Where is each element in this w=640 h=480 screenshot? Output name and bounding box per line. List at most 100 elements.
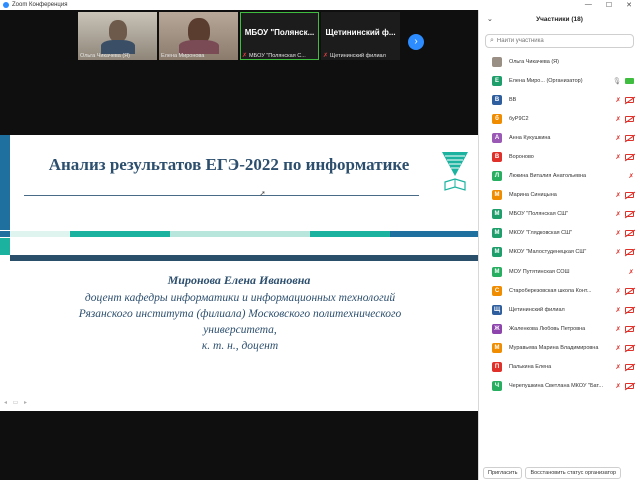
camera-off-icon (625, 134, 634, 141)
video-thumbnail-strip: Ольга Чикачева (Я) Елена Миронова МБОУ "… (78, 12, 400, 60)
participant-name: МБОУ "Полянская СШ" (509, 211, 569, 218)
participant-name: Черепушкина Светлана МКОУ "Бат... (509, 383, 603, 390)
participant-row[interactable]: А Анна Кукушкина ✗ (479, 128, 640, 147)
avatar: М (492, 342, 502, 353)
window-title: Zoom Конференция (12, 2, 68, 8)
window-titlebar: Zoom Конференция — ☐ ✕ (0, 0, 640, 10)
microphone-muted-icon: ✗ (615, 115, 621, 123)
participant-name: буР9С2 (509, 115, 529, 122)
slide-description-line: к. т. н., доцент (201, 340, 279, 352)
avatar: В (492, 94, 502, 105)
zoom-app-icon (3, 2, 9, 8)
participant-list: Ольга Чикачева (Я) Е Елена Миро... (Органи… (479, 52, 640, 396)
camera-off-icon (625, 383, 634, 390)
camera-off-icon (625, 211, 634, 218)
microphone-muted-icon: ✗ (615, 211, 621, 219)
thumbnail-big-name: Щетининский ф... (325, 28, 396, 37)
chevron-down-icon[interactable]: ⌄ (487, 15, 493, 23)
microphone-muted-icon: ✗ (628, 268, 634, 276)
video-thumbnail-mironova[interactable]: Елена Миронова (159, 12, 238, 60)
microphone-muted-icon: ✗ (615, 249, 621, 257)
slide-title-underline (24, 195, 419, 196)
mouse-cursor-icon: ➚ (259, 189, 266, 198)
video-thumbnail-shchetininsky[interactable]: Щетининский ф... ✗ Щетининский филиал (321, 12, 400, 60)
participant-row[interactable]: Е Елена Миро... (Организатор) 🎙 (479, 71, 640, 90)
participant-status-icons: ✗ (616, 248, 634, 256)
participant-row[interactable]: М Марина Синицына ✗ (479, 186, 640, 205)
slide-description-line: университета, (203, 324, 277, 336)
maximize-button[interactable]: ☐ (606, 1, 612, 9)
funnel-book-logo-icon (442, 152, 468, 191)
participant-status-icons: ✗ (616, 191, 634, 199)
mic-off-icon: ✗ (242, 53, 248, 59)
participant-name: Вороново (509, 154, 534, 161)
thumbnail-name: ✗ Щетининский филиал (323, 52, 386, 60)
slide-navigation-controls[interactable]: ◂ ▭ ▸ (4, 399, 29, 406)
avatar: б (492, 113, 502, 124)
participant-name: Марина Синицына (509, 192, 557, 199)
avatar: М (492, 209, 502, 220)
minimize-button[interactable]: — (585, 1, 592, 9)
avatar: Л (492, 171, 502, 182)
camera-off-icon (625, 287, 634, 294)
participant-row[interactable]: Ч Черепушкина Светлана МКОУ "Бат... ✗ (479, 377, 640, 396)
thumbnail-big-name: МБОУ "Полянск... (244, 28, 315, 37)
participants-panel: ⌄ Участники (18) ⌕ Ольга Чикачева (Я) Е Ел… (478, 10, 640, 480)
participant-status-icons: ✗ (616, 229, 634, 237)
participant-row[interactable]: С Староберезовская школа Конт... ✗ (479, 281, 640, 300)
camera-off-icon (625, 344, 634, 351)
participant-status-icons: ✗ (616, 344, 634, 352)
participant-row[interactable]: Ж Жаленкова Любовь Петровна ✗ (479, 319, 640, 338)
participant-row[interactable]: М МКОУ "Глядковская СШ" ✗ (479, 224, 640, 243)
camera-off-icon (625, 325, 634, 332)
participant-name: МКОУ "Малостуденецкая СШ" (509, 249, 587, 256)
microphone-muted-icon: ✗ (615, 134, 621, 142)
microphone-muted-icon: ✗ (615, 344, 621, 352)
participant-search[interactable]: ⌕ (485, 34, 634, 48)
slide-title: Анализ результатов ЕГЭ-2022 по информати… (48, 155, 410, 174)
microphone-muted-icon: ✗ (615, 306, 621, 314)
participant-row[interactable]: М МКОУ "Малостуденецкая СШ" ✗ (479, 243, 640, 262)
slide-left-accent-bar (0, 135, 10, 230)
close-button[interactable]: ✕ (626, 1, 632, 9)
shared-screen-slide: Анализ результатов ЕГЭ-2022 по информати… (0, 135, 478, 411)
participant-row[interactable]: П Палькина Елена ✗ (479, 358, 640, 377)
participant-name: Люкина Виталия Анатольевна (509, 173, 587, 180)
participant-row[interactable]: Л Люкина Виталия Анатольевна ✗ (479, 167, 640, 186)
avatar: М (492, 228, 502, 239)
participant-row[interactable]: Ольга Чикачева (Я) (479, 52, 640, 71)
slide-author: Миронова Елена Ивановна (167, 273, 311, 287)
avatar: М (492, 190, 502, 201)
participant-status-icons: ✗ (616, 115, 634, 123)
video-thumbnail-polyanskaya[interactable]: МБОУ "Полянск... ✗ МБОУ "Полянская С... (240, 12, 319, 60)
participant-row[interactable]: В ВВ ✗ (479, 90, 640, 109)
thumbnail-name: Елена Миронова (161, 53, 205, 59)
camera-off-icon (625, 115, 634, 122)
participant-row[interactable]: Щ Щетининский филиал ✗ (479, 300, 640, 319)
participant-row[interactable]: В Вороново ✗ (479, 147, 640, 166)
video-thumbnail-self[interactable]: Ольга Чикачева (Я) (78, 12, 157, 60)
avatar: Щ (492, 304, 502, 315)
invite-button[interactable]: Пригласить (483, 467, 523, 479)
avatar: М (492, 266, 502, 277)
participant-row[interactable]: М МОУ Путятинская СОШ ✗ (479, 262, 640, 281)
participant-row[interactable]: М МБОУ "Полянская СШ" ✗ (479, 205, 640, 224)
camera-off-icon (625, 96, 634, 103)
participant-name: Елена Миро... (Организатор) (509, 77, 583, 84)
participant-search-input[interactable] (496, 38, 617, 44)
next-page-arrow-icon[interactable]: › (408, 34, 424, 50)
participant-name: Щетининский филиал (509, 306, 565, 313)
thumbnail-name: ✗ МБОУ "Полянская С... (242, 52, 306, 60)
participant-row[interactable]: б буР9С2 ✗ (479, 109, 640, 128)
participant-status-icons: ✗ (629, 172, 634, 180)
microphone-muted-icon: ✗ (615, 192, 621, 200)
microphone-muted-icon: ✗ (628, 173, 634, 181)
avatar: Е (492, 75, 502, 86)
avatar (492, 56, 502, 67)
participant-name: Палькина Елена (509, 364, 552, 371)
participant-row[interactable]: М Муравьева Марина Владимировна ✗ (479, 338, 640, 357)
avatar: Ч (492, 381, 502, 392)
restore-host-button[interactable]: Восстановить статус организатор (525, 467, 622, 479)
camera-off-icon (625, 192, 634, 199)
participant-status-icons: ✗ (616, 363, 634, 371)
